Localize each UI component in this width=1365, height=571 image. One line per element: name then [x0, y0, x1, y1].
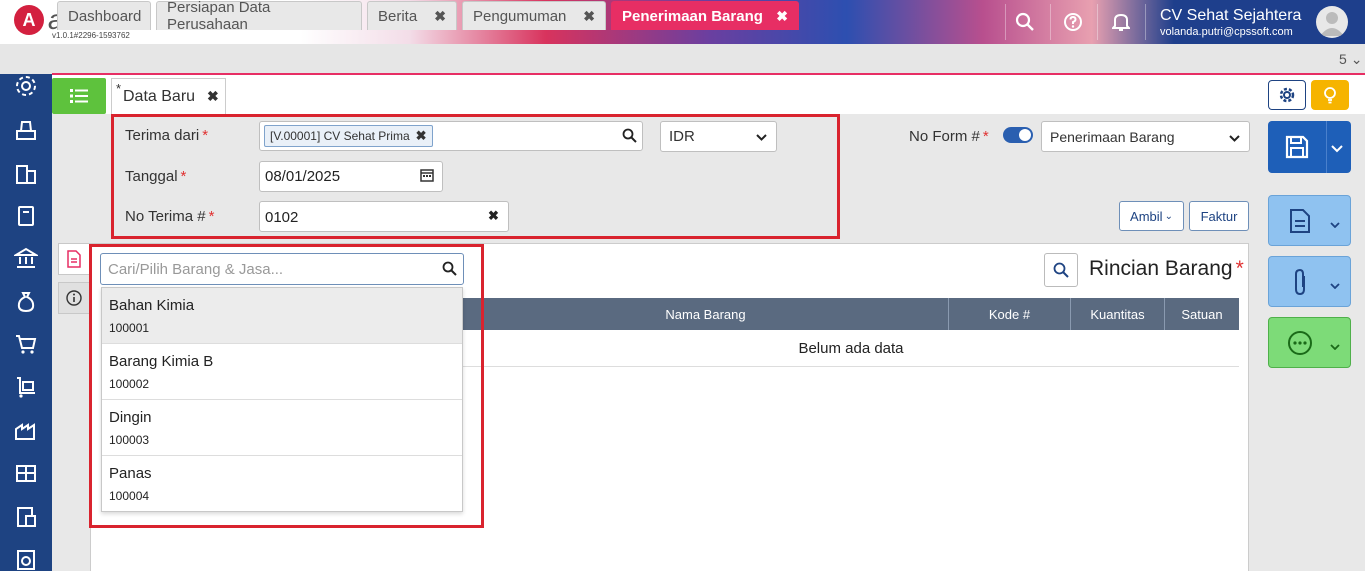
help-icon[interactable]	[1060, 9, 1086, 35]
app-version: v1.0.1#2296-1593762	[52, 31, 130, 40]
info-icon	[66, 290, 82, 306]
paperclip-icon	[1294, 268, 1305, 295]
list-icon	[70, 89, 88, 103]
divider	[1050, 4, 1051, 40]
table-header: Nama Barang Kode # Kuantitas Satuan	[463, 298, 1239, 330]
tab-pengumuman[interactable]: Pengumuman ✖	[462, 1, 606, 30]
document-icon	[1289, 208, 1310, 233]
save-icon	[1285, 135, 1308, 159]
logo-mark: A	[14, 5, 44, 35]
detail-title: Rincian Barang *	[1089, 257, 1244, 280]
subtab-data-baru[interactable]: * Data Baru ✖	[111, 78, 226, 114]
faktur-button[interactable]: Faktur	[1189, 201, 1249, 231]
chevron-down-icon	[1330, 344, 1340, 350]
chevron-down-icon	[1229, 129, 1240, 145]
col-nama-barang[interactable]: Nama Barang	[463, 298, 949, 330]
register-icon[interactable]	[12, 116, 40, 144]
bank-icon[interactable]	[12, 244, 40, 272]
no-form-label: No Form # *	[909, 128, 989, 145]
document-icon	[67, 250, 81, 268]
building-icon[interactable]	[12, 160, 40, 188]
divider	[1145, 4, 1146, 40]
side-tab-detail[interactable]	[58, 243, 90, 275]
chevron-down-icon: ⌄	[1350, 51, 1363, 67]
divider	[1005, 4, 1006, 40]
lightbulb-icon	[1324, 87, 1336, 104]
form-type-select[interactable]: Penerimaan Barang	[1041, 121, 1250, 152]
chevron-down-icon[interactable]	[1331, 140, 1343, 158]
unsaved-mark: *	[116, 81, 122, 96]
tab-dashboard[interactable]: Dashboard	[57, 1, 151, 30]
divider	[1097, 4, 1098, 40]
no-form-toggle[interactable]	[1003, 127, 1033, 143]
gear-icon	[1279, 87, 1295, 103]
detail-search-button[interactable]	[1044, 253, 1078, 287]
company-name[interactable]: CV Sehat Sejahtera	[1160, 7, 1301, 25]
chevron-down-icon: ⌄	[1164, 210, 1173, 222]
tab-bar	[0, 44, 1365, 74]
tab-berita[interactable]: Berita ✖	[367, 1, 457, 30]
hand-truck-icon[interactable]	[12, 373, 40, 401]
search-icon[interactable]	[1012, 9, 1038, 35]
more-options-button[interactable]	[1268, 317, 1351, 368]
empty-state: Belum ada data	[463, 331, 1239, 367]
chevron-down-icon	[1330, 283, 1340, 289]
side-tab-info[interactable]	[58, 282, 90, 314]
highlight-box-header	[111, 114, 840, 239]
gear-icon[interactable]	[12, 72, 40, 100]
close-icon[interactable]: ✖	[776, 8, 788, 25]
list-view-button[interactable]	[52, 78, 106, 114]
close-icon[interactable]: ✖	[583, 8, 595, 25]
report-icon[interactable]	[12, 546, 40, 571]
ambil-button[interactable]: Ambil ⌄	[1119, 201, 1184, 231]
tax-icon[interactable]	[12, 503, 40, 531]
tips-button[interactable]	[1311, 80, 1349, 110]
attachment-button[interactable]	[1268, 256, 1351, 307]
close-icon[interactable]: ✖	[434, 8, 446, 25]
bell-icon[interactable]	[1108, 9, 1134, 35]
divider	[1326, 121, 1327, 173]
col-kode[interactable]: Kode #	[949, 298, 1071, 330]
settings-button[interactable]	[1268, 80, 1306, 110]
tab-penerimaan-barang[interactable]: Penerimaan Barang ✖	[611, 1, 799, 30]
sidebar	[0, 70, 52, 571]
tab-count[interactable]: 5 ⌄	[1339, 51, 1362, 68]
avatar[interactable]	[1316, 6, 1348, 38]
close-icon[interactable]: ✖	[207, 88, 219, 105]
search-icon	[1053, 262, 1069, 278]
money-bag-icon[interactable]	[12, 288, 40, 316]
factory-icon[interactable]	[12, 416, 40, 444]
book-icon[interactable]	[12, 202, 40, 230]
document-button[interactable]	[1268, 195, 1351, 246]
chevron-down-icon	[1330, 222, 1340, 228]
user-email: volanda.putri@cpssoft.com	[1160, 26, 1293, 38]
col-kuantitas[interactable]: Kuantitas	[1071, 298, 1165, 330]
warehouse-icon[interactable]	[12, 459, 40, 487]
cart-icon[interactable]	[12, 330, 40, 358]
col-satuan[interactable]: Satuan	[1165, 298, 1239, 330]
tab-persiapan-data[interactable]: Persiapan Data Perusahaan	[156, 0, 362, 33]
more-icon	[1287, 330, 1312, 355]
highlight-box-dropdown	[89, 244, 484, 528]
